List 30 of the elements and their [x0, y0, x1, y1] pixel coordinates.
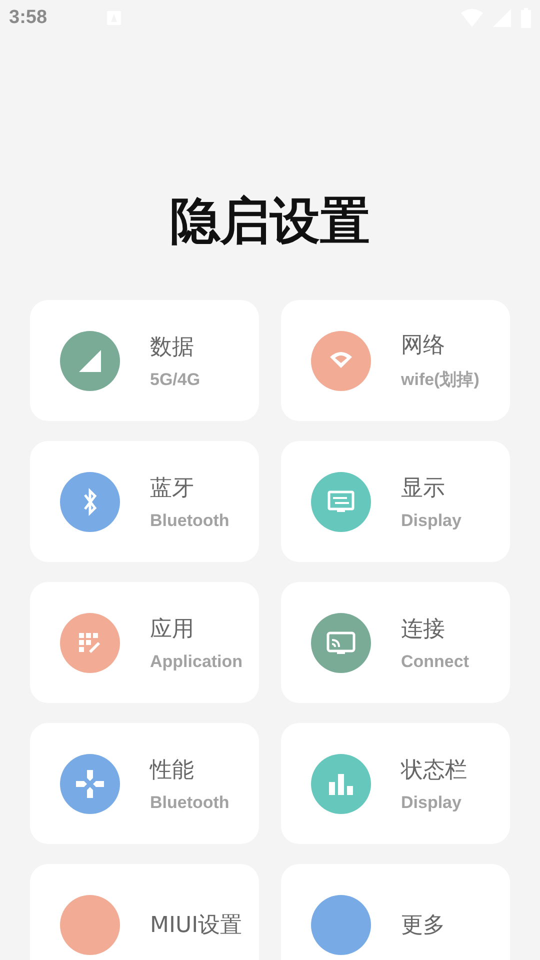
- settings-card[interactable]: 应用 Application: [30, 582, 259, 703]
- settings-card[interactable]: 连接 Connect: [281, 582, 510, 703]
- settings-card[interactable]: 更多: [281, 864, 510, 960]
- card-title: 状态栏: [401, 756, 467, 784]
- card-title: 应用: [150, 616, 195, 644]
- card-title: 网络: [401, 332, 446, 360]
- settings-card[interactable]: 数据 5G/4G: [30, 300, 259, 421]
- settings-card[interactable]: 状态栏 Display: [281, 723, 510, 844]
- settings-card[interactable]: 显示 Display: [281, 441, 510, 562]
- card-subtitle: wife(划掉): [401, 369, 480, 391]
- card-subtitle: 5G/4G: [150, 370, 200, 390]
- card-title: 数据: [150, 334, 195, 362]
- card-title: 显示: [401, 474, 446, 502]
- card-subtitle: Bluetooth: [150, 792, 230, 812]
- card-title: 更多: [401, 912, 445, 940]
- card-title: MIUI设置: [150, 912, 242, 940]
- settings-card[interactable]: 网络 wife(划掉): [281, 300, 510, 421]
- settings-card[interactable]: 蓝牙 Bluetooth: [30, 441, 259, 562]
- settings-card[interactable]: MIUI设置: [30, 864, 259, 960]
- card-title: 性能: [150, 756, 195, 784]
- settings-card[interactable]: 性能 Bluetooth: [30, 723, 259, 844]
- card-subtitle: Display: [401, 510, 462, 530]
- card-subtitle: Bluetooth: [150, 510, 230, 530]
- card-title: 连接: [401, 616, 446, 644]
- card-subtitle: Display: [401, 792, 462, 812]
- card-subtitle: Connect: [401, 652, 469, 672]
- page-title: 隐启设置: [169, 191, 371, 252]
- card-subtitle: Application: [150, 652, 243, 672]
- status-time: 3:58: [9, 7, 48, 29]
- card-title: 蓝牙: [150, 474, 195, 502]
